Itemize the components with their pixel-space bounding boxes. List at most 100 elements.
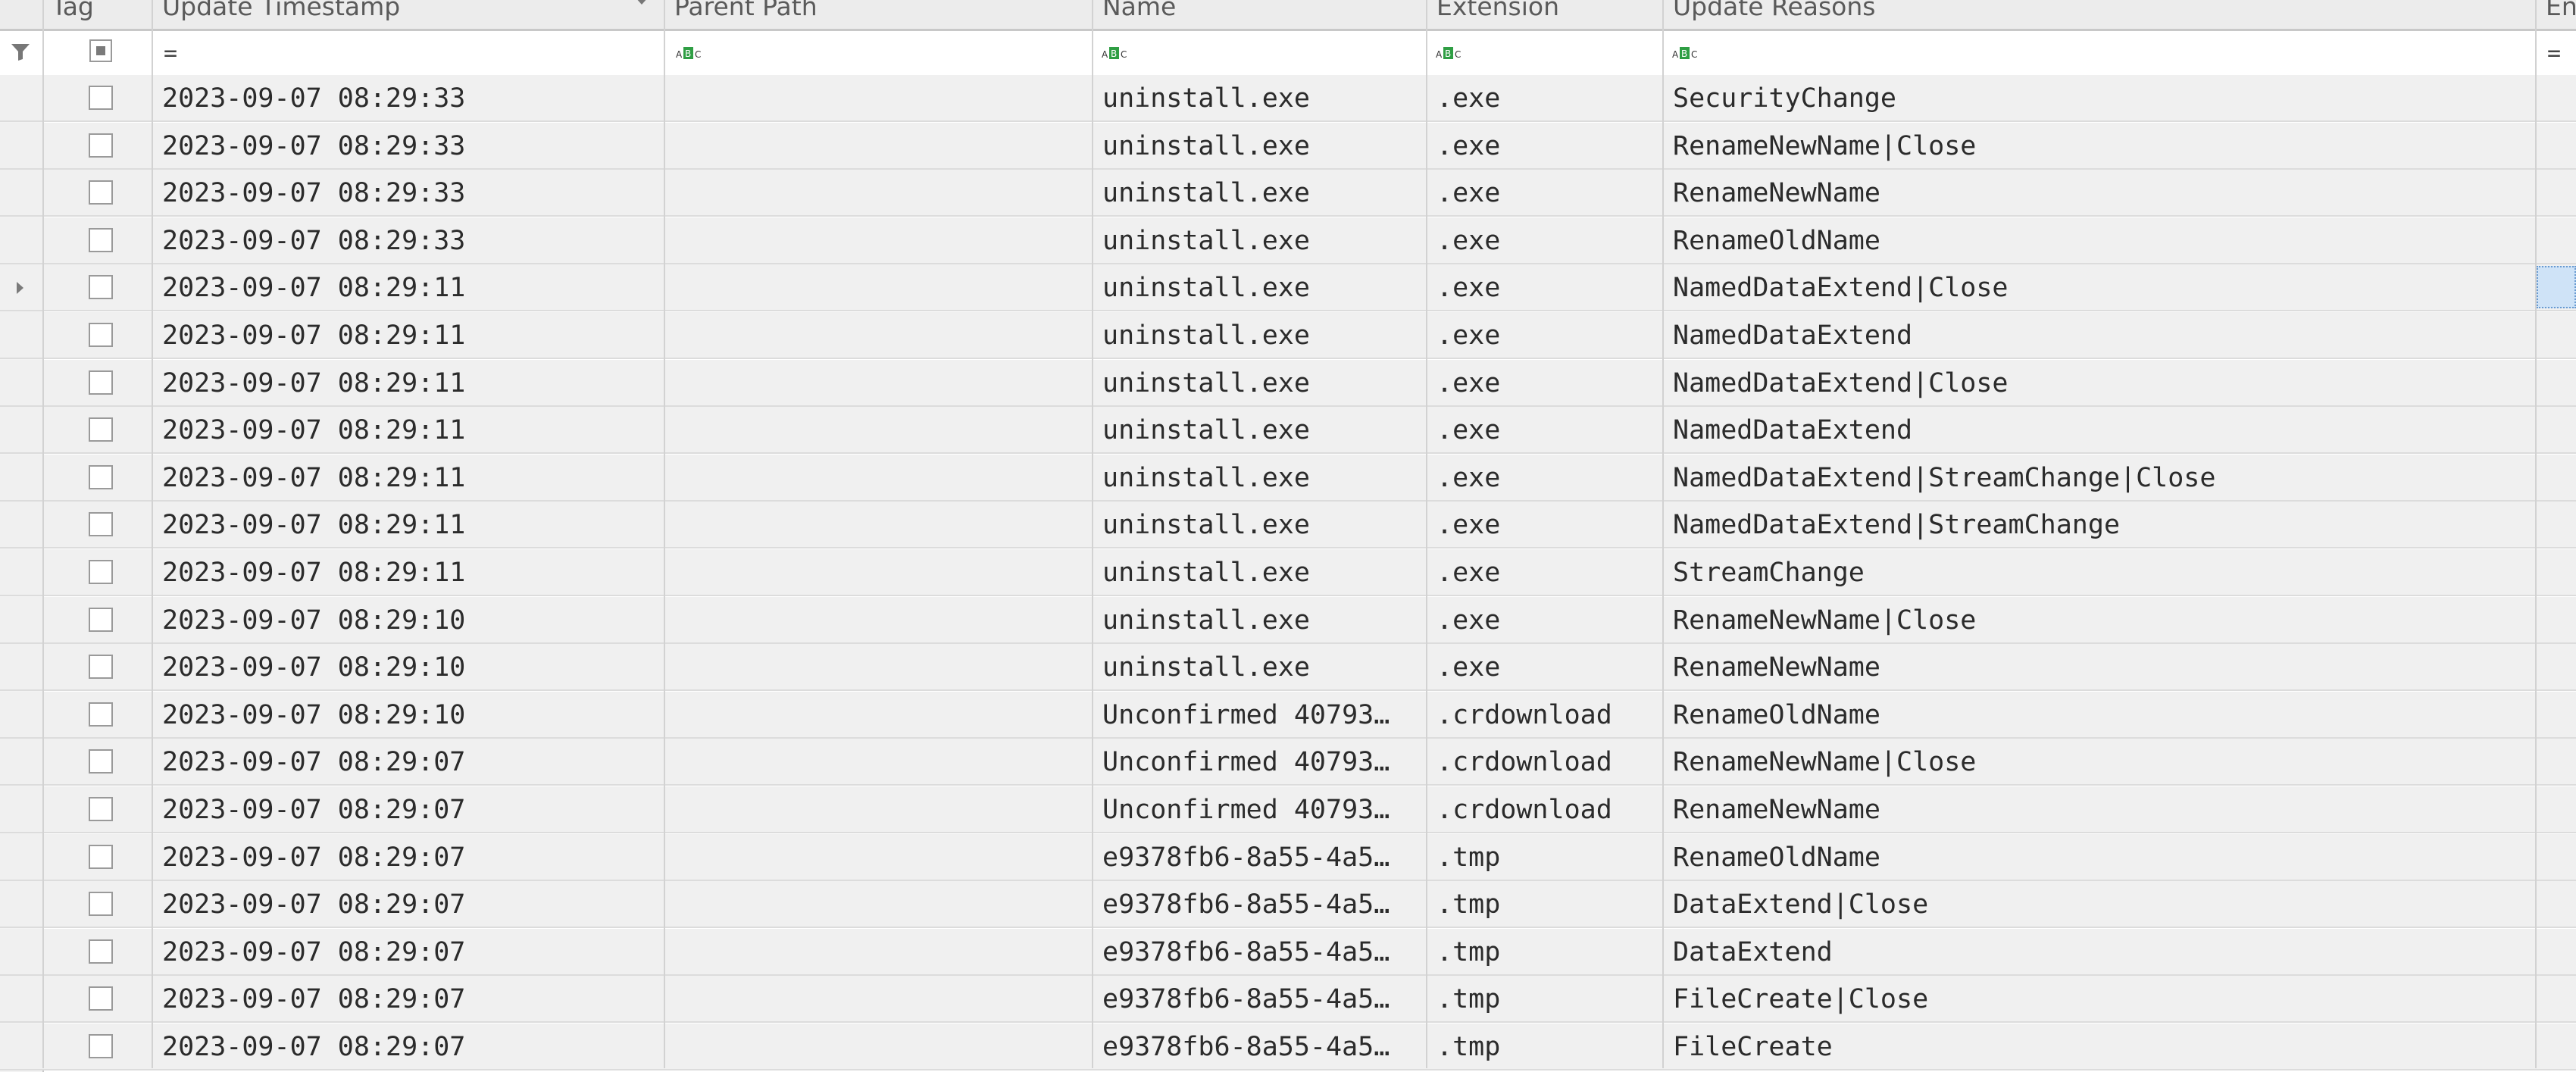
table-row[interactable]: 2023-09-07 08:29:07 Unconfirmed 40793… .cr… [0,739,2576,786]
timestamp-cell[interactable]: 2023-09-07 08:29:33 [153,170,664,215]
extension-cell[interactable]: .exe [1427,170,1662,215]
extension-cell[interactable]: .exe [1427,644,1662,689]
timestamp-cell[interactable]: 2023-09-07 08:29:07 [153,786,664,832]
update-reasons-filter-abc-icon[interactable]: ABC [1672,45,1699,61]
name-cell[interactable]: uninstall.exe [1093,360,1426,405]
name-cell[interactable]: e9378fb6-8a55-4a5… [1093,834,1426,880]
update-reasons-cell[interactable]: NamedDataExtend|StreamChange|Close [1664,455,2535,500]
parent-path-cell[interactable] [665,502,1092,547]
row-tag-checkbox[interactable] [89,1034,113,1058]
timestamp-cell[interactable]: 2023-09-07 08:29:07 [153,739,664,784]
tag-filter-checkbox[interactable] [89,39,112,62]
timestamp-cell[interactable]: 2023-09-07 08:29:07 [153,834,664,880]
parent-path-cell[interactable] [665,360,1092,405]
name-cell[interactable]: uninstall.exe [1093,407,1426,452]
table-row[interactable]: 2023-09-07 08:29:11 uninstall.exe .exe Name… [0,502,2576,549]
parent-path-cell[interactable] [665,170,1092,215]
update-reasons-cell[interactable]: DataExtend|Close [1664,881,2535,927]
row-tag-checkbox[interactable] [89,275,113,300]
update-reasons-cell[interactable]: RenameNewName [1664,644,2535,689]
timestamp-cell[interactable]: 2023-09-07 08:29:07 [153,881,664,927]
parent-path-cell[interactable] [665,881,1092,927]
parent-path-cell[interactable] [665,123,1092,168]
parent-path-cell[interactable] [665,644,1092,689]
table-row[interactable]: 2023-09-07 08:29:07 e9378fb6-8a55-4a5… .tm… [0,833,2576,881]
row-tag-checkbox[interactable] [89,512,113,537]
table-row[interactable]: 2023-09-07 08:29:33 uninstall.exe .exe Rena… [0,170,2576,217]
extension-cell[interactable]: .exe [1427,217,1662,263]
name-cell[interactable]: Unconfirmed 40793… [1093,692,1426,737]
name-cell[interactable]: uninstall.exe [1093,75,1426,120]
extension-cell[interactable]: .exe [1427,123,1662,168]
filter-icon[interactable] [11,43,30,64]
timestamp-cell[interactable]: 2023-09-07 08:29:11 [153,455,664,500]
row-tag-checkbox[interactable] [89,417,113,442]
parent-path-cell[interactable] [665,75,1092,120]
table-row[interactable]: 2023-09-07 08:29:07 e9378fb6-8a55-4a5… .tm… [0,881,2576,929]
parent-path-cell[interactable] [665,976,1092,1021]
update-reasons-cell[interactable]: StreamChange [1664,549,2535,595]
table-row[interactable]: 2023-09-07 08:29:10 uninstall.exe .exe Rena… [0,644,2576,692]
name-cell[interactable]: e9378fb6-8a55-4a5… [1093,1024,1426,1069]
focused-cell[interactable] [2537,266,2576,309]
extension-cell[interactable]: .tmp [1427,1024,1662,1069]
update-reasons-cell[interactable]: RenameOldName [1664,834,2535,880]
table-row[interactable]: 2023-09-07 08:29:33 uninstall.exe .exe Rena… [0,122,2576,170]
name-cell[interactable]: uninstall.exe [1093,217,1426,263]
row-tag-checkbox[interactable] [89,86,113,110]
row-tag-checkbox[interactable] [89,655,113,680]
extension-cell[interactable]: .tmp [1427,834,1662,880]
timestamp-cell[interactable]: 2023-09-07 08:29:33 [153,75,664,120]
parent-path-cell[interactable] [665,549,1092,595]
row-tag-checkbox[interactable] [89,844,113,869]
table-row[interactable]: 2023-09-07 08:29:11 uninstall.exe .exe Name… [0,407,2576,455]
table-row[interactable]: 2023-09-07 08:29:11 uninstall.exe .exe Stre… [0,549,2576,596]
timestamp-cell[interactable]: 2023-09-07 08:29:11 [153,264,664,310]
extension-cell[interactable]: .tmp [1427,881,1662,927]
row-tag-checkbox[interactable] [89,227,113,252]
name-cell[interactable]: Unconfirmed 40793… [1093,739,1426,784]
row-tag-checkbox[interactable] [89,607,113,632]
row-tag-checkbox[interactable] [89,133,113,158]
extension-cell[interactable]: .exe [1427,407,1662,452]
extension-cell[interactable]: .tmp [1427,929,1662,974]
table-row[interactable]: 2023-09-07 08:29:07 e9378fb6-8a55-4a5… .tm… [0,1024,2576,1070]
column-header-extension[interactable]: Extension [1427,0,1663,29]
update-reasons-cell[interactable]: FileCreate|Close [1664,976,2535,1021]
extension-cell[interactable]: .exe [1427,597,1662,642]
parent-path-cell[interactable] [665,597,1092,642]
extension-cell[interactable]: .tmp [1427,976,1662,1021]
extension-cell[interactable]: .crdownload [1427,739,1662,784]
table-row[interactable]: 2023-09-07 08:29:07 e9378fb6-8a55-4a5… .tm… [0,976,2576,1024]
timestamp-cell[interactable]: 2023-09-07 08:29:07 [153,929,664,974]
extension-cell[interactable]: .exe [1427,360,1662,405]
update-reasons-cell[interactable]: SecurityChange [1664,75,2535,120]
timestamp-cell[interactable]: 2023-09-07 08:29:07 [153,976,664,1021]
row-tag-checkbox[interactable] [89,986,113,1011]
row-tag-checkbox[interactable] [89,892,113,917]
parent-path-cell[interactable] [665,407,1092,452]
name-cell[interactable]: uninstall.exe [1093,597,1426,642]
timestamp-cell[interactable]: 2023-09-07 08:29:10 [153,692,664,737]
parent-path-filter-abc-icon[interactable]: ABC [676,45,703,61]
row-tag-checkbox[interactable] [89,370,113,395]
update-reasons-cell[interactable]: RenameOldName [1664,692,2535,737]
row-tag-checkbox[interactable] [89,939,113,964]
row-tag-checkbox[interactable] [89,749,113,774]
update-reasons-cell[interactable]: DataExtend [1664,929,2535,974]
name-filter-abc-icon[interactable]: ABC [1102,45,1129,61]
timestamp-cell[interactable]: 2023-09-07 08:29:11 [153,549,664,595]
update-reasons-cell[interactable]: NamedDataExtend|Close [1664,264,2535,310]
timestamp-cell[interactable]: 2023-09-07 08:29:10 [153,644,664,689]
timestamp-cell[interactable]: 2023-09-07 08:29:07 [153,1024,664,1069]
name-cell[interactable]: Unconfirmed 40793… [1093,786,1426,832]
parent-path-cell[interactable] [665,692,1092,737]
name-cell[interactable]: uninstall.exe [1093,549,1426,595]
extension-cell[interactable]: .exe [1427,549,1662,595]
table-row[interactable]: 2023-09-07 08:29:33 uninstall.exe .exe Rena… [0,217,2576,264]
parent-path-cell[interactable] [665,929,1092,974]
table-row[interactable]: 2023-09-07 08:29:33 uninstall.exe .exe Secu… [0,75,2576,122]
timestamp-cell[interactable]: 2023-09-07 08:29:33 [153,217,664,263]
update-reasons-cell[interactable]: RenameNewName [1664,786,2535,832]
row-tag-checkbox[interactable] [89,702,113,727]
